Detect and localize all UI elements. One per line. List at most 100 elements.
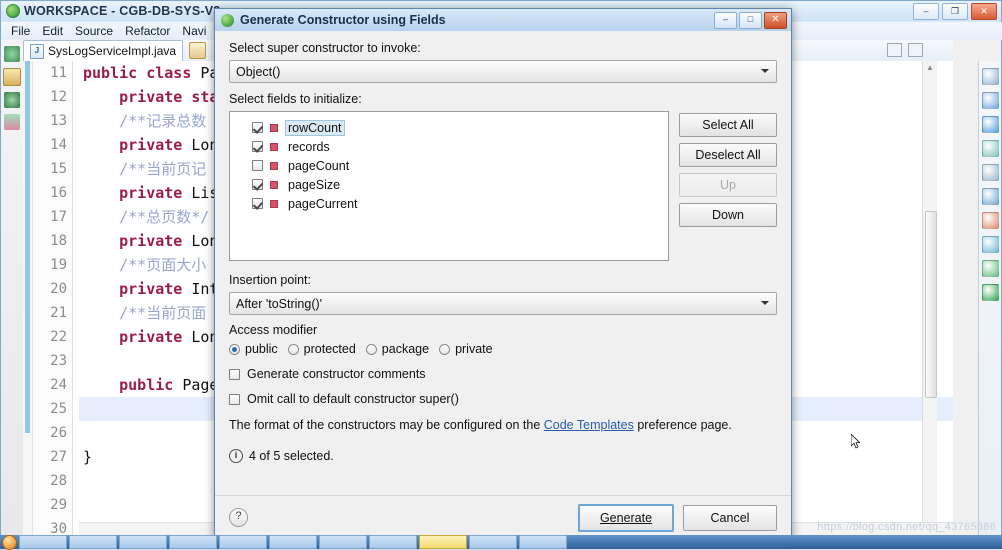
insertion-point-value: After 'toString()' bbox=[236, 296, 323, 311]
code-templates-link[interactable]: Code Templates bbox=[544, 418, 634, 432]
menu-navigate[interactable]: Navi bbox=[176, 23, 212, 39]
line-number: 20 bbox=[50, 281, 67, 297]
line-number: 17 bbox=[50, 209, 67, 225]
menu-file[interactable]: File bbox=[5, 23, 36, 39]
problems-icon[interactable] bbox=[981, 212, 999, 229]
dialog-titlebar: Generate Constructor using Fields – □ ✕ bbox=[215, 9, 791, 32]
settings-gear-icon[interactable] bbox=[4, 46, 20, 62]
breakpoints-icon[interactable] bbox=[981, 116, 999, 133]
variables-icon[interactable] bbox=[981, 92, 999, 109]
taskbar-item[interactable] bbox=[369, 535, 417, 549]
java-file-icon: J bbox=[30, 43, 44, 59]
select-all-button[interactable]: Select All bbox=[679, 113, 777, 137]
fields-section: rowCount records pageCount pageSize pageCurr… bbox=[229, 111, 777, 261]
access-modifier-private[interactable]: private bbox=[439, 342, 493, 356]
dialog-maximize-button[interactable]: □ bbox=[739, 12, 762, 29]
private-field-icon bbox=[270, 199, 278, 208]
field-checkbox[interactable] bbox=[252, 122, 263, 133]
checkbox[interactable] bbox=[229, 368, 240, 380]
radio-button[interactable] bbox=[287, 343, 299, 355]
sync-icon[interactable] bbox=[981, 260, 999, 277]
line-number: 29 bbox=[50, 497, 67, 513]
dialog-minimize-button[interactable]: – bbox=[714, 12, 737, 29]
taskbar-item[interactable] bbox=[519, 535, 567, 549]
radio-button[interactable] bbox=[439, 343, 451, 355]
field-checkbox[interactable] bbox=[252, 160, 263, 171]
dialog-close-button[interactable]: ✕ bbox=[764, 12, 787, 29]
chevron-down-icon bbox=[761, 301, 769, 305]
restore-view-2-icon[interactable] bbox=[981, 164, 999, 181]
taskbar-item[interactable] bbox=[169, 535, 217, 549]
help-button[interactable]: ? bbox=[229, 508, 248, 527]
field-checkbox[interactable] bbox=[252, 179, 263, 190]
private-field-icon bbox=[270, 161, 278, 170]
console-icon[interactable] bbox=[981, 188, 999, 205]
menu-refactor[interactable]: Refactor bbox=[119, 23, 176, 39]
line-number: 14 bbox=[50, 137, 67, 153]
radio-button[interactable] bbox=[365, 343, 377, 355]
fields-buttons: Select All Deselect All Up Down bbox=[679, 111, 777, 261]
code-token: /**页面大小 bbox=[83, 256, 207, 274]
super-constructor-value: Object() bbox=[236, 64, 281, 79]
package-explorer-icon[interactable] bbox=[3, 68, 21, 86]
taskbar-item[interactable] bbox=[469, 535, 517, 549]
field-row[interactable]: records bbox=[252, 137, 668, 156]
menu-edit[interactable]: Edit bbox=[36, 23, 69, 39]
access-modifier-protected[interactable]: protected bbox=[287, 342, 356, 356]
deselect-all-button[interactable]: Deselect All bbox=[679, 143, 777, 167]
generate-constructor-comments-checkbox[interactable]: Generate constructor comments bbox=[229, 367, 777, 381]
generate-button[interactable]: Generate bbox=[578, 503, 674, 532]
access-modifier-package[interactable]: package bbox=[365, 342, 430, 356]
scroll-up-arrow-icon[interactable]: ▲ bbox=[923, 61, 937, 75]
taskbar-item[interactable] bbox=[319, 535, 367, 549]
code-token: /**当前页面 bbox=[83, 304, 207, 322]
taskbar-item[interactable] bbox=[119, 535, 167, 549]
ant-view-icon[interactable] bbox=[4, 92, 20, 108]
eclipse-window-controls: – ❐ ✕ bbox=[913, 3, 997, 20]
close-button[interactable]: ✕ bbox=[971, 3, 997, 20]
chevron-down-icon bbox=[761, 69, 769, 73]
field-row[interactable]: rowCount bbox=[252, 118, 668, 137]
editor-tab-syslogserviceimpl[interactable]: J SysLogServiceImpl.java bbox=[23, 40, 184, 61]
editor-gutter[interactable] bbox=[23, 61, 33, 535]
field-row[interactable]: pageCount bbox=[252, 156, 668, 175]
package-icon[interactable] bbox=[189, 42, 207, 59]
code-token: private bbox=[83, 136, 192, 154]
minimize-editor-button[interactable] bbox=[887, 43, 902, 57]
fields-list[interactable]: rowCount records pageCount pageSize pageCurr… bbox=[229, 111, 669, 261]
progress-icon[interactable] bbox=[981, 284, 999, 301]
servers-icon[interactable] bbox=[981, 140, 999, 157]
up-button: Up bbox=[679, 173, 777, 197]
editor-scroll-thumb[interactable] bbox=[925, 211, 937, 398]
start-orb-icon[interactable] bbox=[2, 534, 17, 550]
omit-call-to-default-constructor-checkbox[interactable]: Omit call to default constructor super() bbox=[229, 392, 777, 406]
taskbar-item[interactable] bbox=[219, 535, 267, 549]
field-checkbox[interactable] bbox=[252, 141, 263, 152]
line-number: 22 bbox=[50, 329, 67, 345]
dialog-footer: ? Generate Cancel bbox=[215, 495, 791, 539]
restore-view-icon[interactable] bbox=[981, 68, 999, 85]
field-checkbox[interactable] bbox=[252, 198, 263, 209]
checkbox[interactable] bbox=[229, 393, 240, 405]
private-field-icon bbox=[270, 180, 278, 189]
insertion-point-combo[interactable]: After 'toString()' bbox=[229, 292, 777, 315]
field-row[interactable]: pageSize bbox=[252, 175, 668, 194]
maximize-editor-button[interactable] bbox=[908, 43, 923, 57]
taskbar-item[interactable] bbox=[19, 535, 67, 549]
editor-vertical-scrollbar[interactable]: ▲ bbox=[922, 61, 937, 535]
field-row[interactable]: pageCurrent bbox=[252, 194, 668, 213]
insertion-point-section: Insertion point: After 'toString()' bbox=[229, 273, 777, 315]
taskbar-item[interactable] bbox=[269, 535, 317, 549]
javadoc-icon[interactable] bbox=[981, 236, 999, 253]
down-button[interactable]: Down bbox=[679, 203, 777, 227]
menu-source[interactable]: Source bbox=[69, 23, 119, 39]
super-constructor-combo[interactable]: Object() bbox=[229, 60, 777, 83]
taskbar-item[interactable] bbox=[419, 535, 467, 549]
minimize-button[interactable]: – bbox=[913, 3, 939, 20]
access-modifier-public[interactable]: public bbox=[229, 342, 278, 356]
debug-icon[interactable] bbox=[4, 114, 20, 130]
maximize-button[interactable]: ❐ bbox=[942, 3, 968, 20]
radio-label: package bbox=[381, 342, 430, 356]
radio-button[interactable] bbox=[229, 343, 240, 355]
taskbar-item[interactable] bbox=[69, 535, 117, 549]
